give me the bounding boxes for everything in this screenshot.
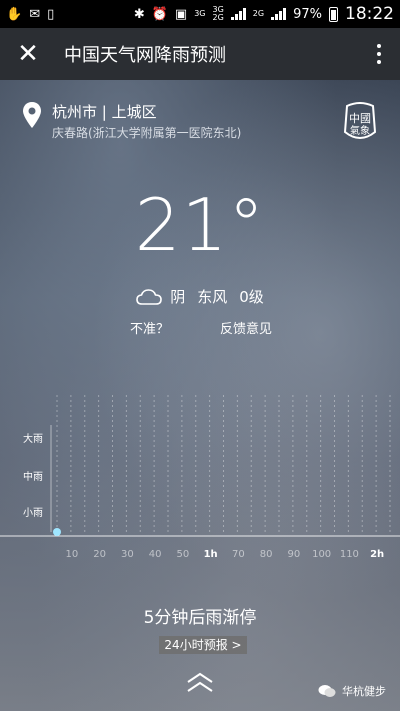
chevron-up-icon[interactable] [185,672,215,694]
wind-level: 0级 [239,288,264,306]
x-tick-label: 20 [93,549,106,560]
y-tick-label: 小雨 [23,507,43,519]
condition-row: 阴 东风 0级 [0,286,400,307]
location-block: 杭州市 | 上城区 庆春路(浙江大学附属第一医院东北) [22,101,241,141]
network-c-label: 2G [252,9,265,18]
cloud-icon [136,288,163,305]
network-b: 3G 2G [213,6,224,22]
rain-data-point [53,528,61,536]
x-tick-label: 80 [260,549,273,560]
status-bar: ✋ ✉ ▯ ✱ ⏰ ▣ 3G 3G 2G 2G 97% 18:22 [0,0,400,28]
signal-icon [230,8,246,20]
phone-icon: ▯ [47,6,55,22]
network-a-label: 3G [194,9,206,18]
close-icon[interactable]: ✕ [16,41,40,67]
clock: 18:22 [345,4,394,24]
y-tick-label: 中雨 [23,470,43,483]
condition-text: 阴 [170,288,186,306]
chart-series [53,528,61,536]
temperature: 21° [134,183,266,267]
rain-forecast-chart: 小雨 中雨 大雨 10 20 30 40 50 1h 70 80 90 100 110 2h [0,395,400,560]
wechat-notification-icon: ✉ [29,6,41,22]
x-tick-label: 2h [370,549,384,560]
location-text: 杭州市 | 上城区 庆春路(浙江大学附属第一医院东北) [52,101,241,141]
inaccurate-link[interactable]: 不准？ [130,318,169,337]
forecast-24h-button[interactable]: 24小时预报 > [159,636,247,654]
more-options-icon[interactable] [374,44,384,64]
x-tick-label: 1h [204,549,218,560]
city-district: 杭州市 | 上城区 [52,103,157,121]
battery-percent: 97% [293,6,322,22]
app-bar: ✕ 中国天气网降雨预测 [0,28,400,80]
x-tick-label: 90 [288,549,301,560]
y-tick-label: 大雨 [23,432,43,445]
feedback-link[interactable]: 反馈意见 [220,318,272,337]
x-tick-label: 70 [232,549,245,560]
weather-logo-seal-icon: 中國 氣象 [343,102,377,139]
chart-x-labels: 10 20 30 40 50 1h 70 80 90 100 110 2h [66,549,385,560]
x-tick-label: 30 [121,549,134,560]
signal-icon-2 [271,8,287,20]
wechat-icon [318,685,336,697]
alarm-icon: ⏰ [151,6,168,22]
network-c: 2G [253,10,264,18]
location-pin-icon [23,102,41,128]
x-tick-label: 50 [177,549,190,560]
svg-text:中國: 中國 [349,112,371,125]
network-a: 3G [194,10,205,18]
x-tick-label: 100 [312,549,331,560]
x-tick-label: 110 [340,549,359,560]
rain-summary: 5分钟后雨渐停 [143,608,257,628]
brand-watermark: 华杭健步 [318,683,386,699]
x-tick-label: 40 [149,549,162,560]
vibrate-icon: ▣ [174,6,188,22]
status-left: ✋ ✉ ▯ [6,7,54,22]
svg-text:氣象: 氣象 [350,124,370,137]
chart-grid [0,395,400,537]
x-tick-label: 10 [66,549,79,560]
notification-icon: ✋ [6,6,23,22]
wind-direction: 东风 [197,288,228,306]
status-right: ✱ ⏰ ▣ 3G 3G 2G 2G 97% 18:22 [134,4,394,24]
battery-icon [329,6,338,22]
brand-name: 华杭健步 [342,685,386,698]
address: 庆春路(浙江大学附属第一医院东北) [52,126,242,140]
bluetooth-icon: ✱ [133,6,145,22]
network-b-bottom: 2G [212,13,224,22]
page-title: 中国天气网降雨预测 [64,45,226,66]
chart-y-labels: 小雨中雨大雨 [23,432,43,519]
